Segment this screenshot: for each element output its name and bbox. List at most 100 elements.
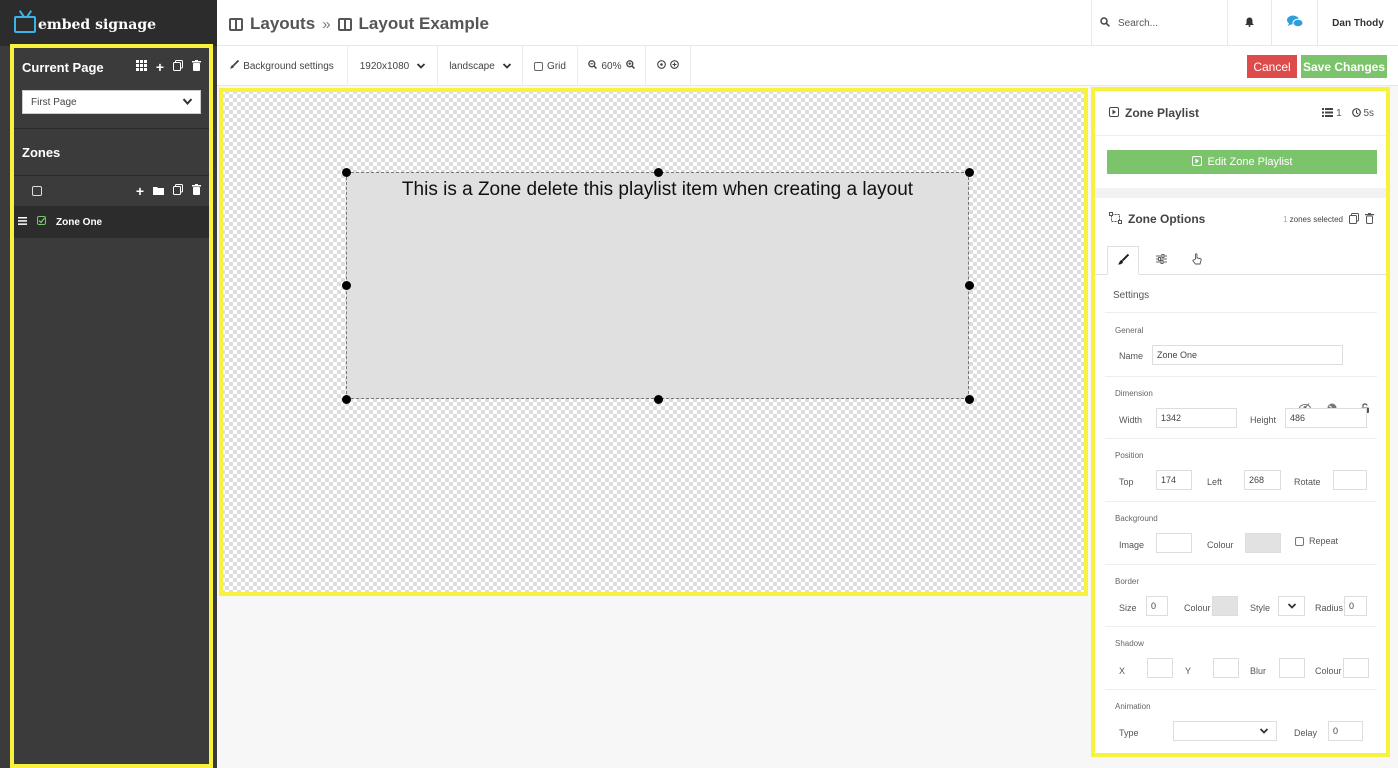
background-image-input[interactable] — [1156, 533, 1192, 553]
current-page-section: Current Page + First Page Zones + — [10, 44, 213, 206]
playlist-icon — [1191, 155, 1202, 169]
delete-zone-icon[interactable] — [1365, 212, 1374, 226]
chevron-down-icon — [417, 61, 426, 72]
left-sidebar: embed signage Current Page + First Page — [0, 0, 217, 768]
background-colour-swatch[interactable] — [1245, 533, 1281, 553]
layout-canvas[interactable]: This is a Zone delete this playlist item… — [221, 90, 1086, 593]
zone-properties-panel: Zone Playlist 1 5s Edit Zone Playlist Zo… — [1095, 91, 1386, 753]
background-settings-button[interactable]: Background settings — [217, 46, 348, 86]
page-select[interactable]: First Page — [22, 90, 201, 114]
tab-interaction[interactable] — [1181, 246, 1213, 275]
notifications-button[interactable] — [1227, 0, 1271, 46]
chevron-down-icon — [1259, 722, 1269, 740]
zoom-level: 60% — [601, 60, 622, 72]
zones-selected-text: 1 zones selected — [1282, 214, 1343, 224]
rotate-label: Rotate — [1294, 477, 1321, 487]
delete-page-icon[interactable] — [192, 60, 201, 74]
zoom-reset-icon[interactable] — [657, 60, 666, 72]
brush-icon — [1117, 253, 1129, 268]
copy-zone-icon[interactable] — [173, 184, 183, 198]
grid-toggle[interactable]: Grid — [523, 46, 578, 86]
resize-handle[interactable] — [965, 168, 974, 177]
shadow-y-input[interactable] — [1213, 658, 1239, 678]
orientation-select[interactable]: landscape — [438, 46, 523, 86]
animation-heading: Animation — [1115, 702, 1151, 711]
add-zone-icon[interactable]: + — [136, 183, 144, 199]
height-input[interactable]: 486 — [1285, 408, 1367, 428]
resize-handle[interactable] — [654, 168, 663, 177]
chevron-down-icon — [502, 61, 511, 72]
shadow-blur-input[interactable] — [1279, 658, 1305, 678]
left-input[interactable]: 268 — [1244, 470, 1281, 490]
resize-handle[interactable] — [965, 395, 974, 404]
border-style-select[interactable] — [1278, 596, 1305, 616]
edit-zone-playlist-label: Edit Zone Playlist — [1207, 156, 1293, 168]
background-settings-label: Background settings — [243, 60, 334, 72]
breadcrumb-current: Layout Example — [358, 14, 489, 33]
zoom-in-icon[interactable] — [625, 60, 635, 72]
border-heading: Border — [1115, 577, 1140, 586]
breadcrumb-layouts[interactable]: Layouts — [250, 14, 315, 34]
resize-handle[interactable] — [342, 168, 351, 177]
page-select-value: First Page — [31, 96, 77, 108]
border-radius-input[interactable]: 0 — [1344, 596, 1367, 616]
resolution-select[interactable]: 1920x1080 — [348, 46, 438, 86]
width-label: Width — [1119, 415, 1143, 425]
zone-name-input[interactable]: Zone One — [1152, 345, 1343, 365]
save-changes-button[interactable]: Save Changes — [1301, 55, 1387, 78]
border-colour-swatch[interactable] — [1212, 596, 1238, 616]
chevron-down-icon — [1287, 597, 1296, 615]
zone-checkbox-checked-icon[interactable] — [37, 216, 46, 228]
layout-icon — [229, 17, 243, 31]
position-heading: Position — [1115, 451, 1144, 460]
width-input[interactable]: 1342 — [1156, 408, 1237, 428]
search-box[interactable]: Search... — [1091, 0, 1227, 46]
copy-page-icon[interactable] — [173, 60, 183, 74]
cancel-button[interactable]: Cancel — [1247, 55, 1297, 78]
border-colour-label: Colour — [1184, 603, 1211, 613]
resize-handle[interactable] — [654, 395, 663, 404]
add-page-icon[interactable]: + — [156, 59, 164, 75]
brush-icon — [230, 59, 240, 72]
shadow-colour-input[interactable] — [1343, 658, 1369, 678]
rotate-input[interactable] — [1333, 470, 1367, 490]
sliders-icon — [1155, 254, 1167, 267]
top-input[interactable]: 174 — [1156, 470, 1192, 490]
tv-icon — [14, 16, 36, 33]
zones-toolbar: + — [10, 176, 213, 206]
shadow-y-label: Y — [1185, 666, 1192, 676]
zoom-out-icon[interactable] — [588, 60, 598, 72]
select-all-checkbox[interactable] — [32, 186, 42, 196]
zone-box[interactable]: This is a Zone delete this playlist item… — [346, 172, 969, 399]
resize-handle[interactable] — [965, 281, 974, 290]
delete-zone-icon[interactable] — [192, 184, 201, 198]
animation-delay-input[interactable]: 0 — [1328, 721, 1363, 741]
tab-settings[interactable] — [1145, 246, 1177, 275]
user-menu[interactable]: Dan Thody — [1317, 0, 1398, 46]
grid-icon[interactable] — [135, 60, 147, 74]
resize-handle[interactable] — [342, 395, 351, 404]
animation-type-select[interactable] — [1173, 721, 1277, 741]
drag-handle-icon[interactable] — [18, 216, 27, 228]
zone-list-item[interactable]: Zone One — [10, 206, 213, 238]
zone-options-tabs — [1095, 243, 1386, 413]
folder-icon[interactable] — [153, 184, 164, 198]
top-bar: Layouts » Layout Example Search... Dan T… — [217, 0, 1398, 46]
zone-options-header: Zone Options 1 zones selected — [1095, 198, 1386, 240]
repeat-checkbox[interactable] — [1295, 537, 1304, 546]
tab-style[interactable] — [1107, 246, 1139, 275]
edit-zone-playlist-button[interactable]: Edit Zone Playlist — [1107, 150, 1377, 174]
pointer-hand-icon — [1192, 253, 1202, 268]
copy-zone-icon[interactable] — [1349, 212, 1359, 226]
shadow-x-label: X — [1119, 666, 1126, 676]
shadow-x-input[interactable] — [1147, 658, 1173, 678]
border-size-input[interactable]: 0 — [1146, 596, 1168, 616]
border-style-label: Style — [1250, 603, 1271, 613]
breadcrumb: Layouts » Layout Example — [229, 14, 489, 34]
chat-button[interactable] — [1271, 0, 1317, 46]
app-logo[interactable]: embed signage — [0, 0, 217, 46]
resize-handle[interactable] — [342, 281, 351, 290]
zoom-fit-icon[interactable] — [670, 60, 679, 72]
general-heading: General — [1115, 326, 1144, 335]
grid-checkbox[interactable] — [534, 61, 544, 71]
